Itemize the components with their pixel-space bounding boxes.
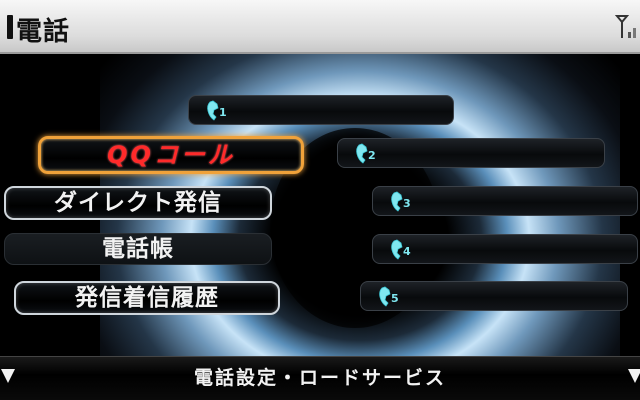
- speed-dial-slot-2[interactable]: 2: [337, 138, 605, 168]
- phone-menu-screen: 電話 QQコール ダイレクト発信 電話帳 発信着信履歴 1 2 3 4 5 電話…: [0, 0, 640, 400]
- call-history-label: 発信着信履歴: [75, 285, 219, 311]
- speed-dial-number: 2: [368, 149, 376, 162]
- header-marker: [7, 15, 13, 39]
- phone-settings-road-service-link[interactable]: 電話設定・ロードサービス: [0, 363, 640, 390]
- speed-dial-number: 4: [403, 245, 411, 258]
- page-title: 電話: [16, 17, 71, 47]
- antenna-signal-icon: [614, 15, 636, 38]
- speed-dial-slot-1[interactable]: 1: [188, 95, 454, 125]
- scroll-down-icon[interactable]: [628, 369, 640, 383]
- phonebook-button[interactable]: 電話帳: [4, 233, 272, 265]
- speed-dial-slot-4[interactable]: 4: [372, 234, 638, 264]
- speed-dial-number: 1: [219, 106, 227, 119]
- direct-dial-label: ダイレクト発信: [54, 190, 222, 216]
- speed-dial-number: 3: [403, 197, 411, 210]
- qq-call-label: QQコール: [107, 141, 235, 169]
- speed-dial-number: 5: [391, 292, 399, 305]
- qq-call-button[interactable]: QQコール: [38, 136, 304, 174]
- call-history-button[interactable]: 発信着信履歴: [14, 281, 280, 315]
- speed-dial-slot-3[interactable]: 3: [372, 186, 638, 216]
- direct-dial-button[interactable]: ダイレクト発信: [4, 186, 272, 220]
- phonebook-label: 電話帳: [102, 236, 174, 262]
- footer-bar[interactable]: 電話設定・ロードサービス: [0, 356, 640, 400]
- header-bar: 電話: [0, 0, 640, 54]
- speed-dial-slot-5[interactable]: 5: [360, 281, 628, 311]
